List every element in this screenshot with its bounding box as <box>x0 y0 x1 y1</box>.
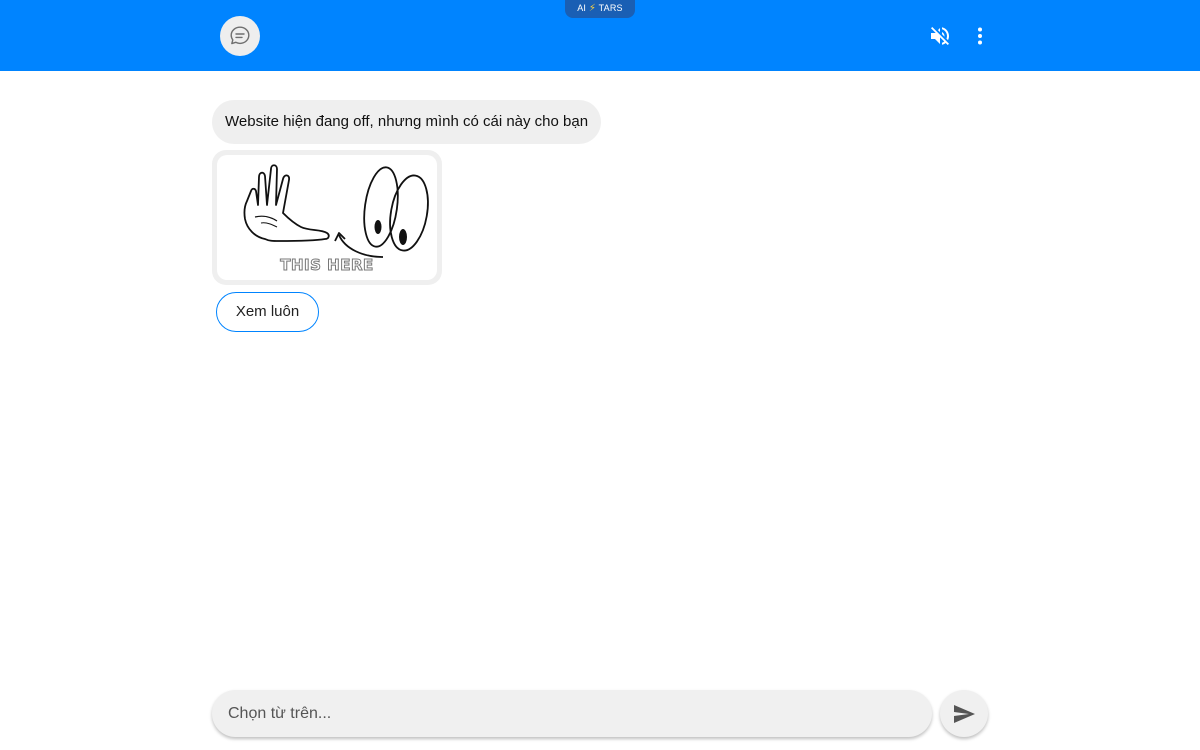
send-button[interactable] <box>940 690 988 737</box>
more-options-button[interactable] <box>968 22 992 50</box>
quick-reply-button[interactable]: Xem luôn <box>216 292 319 332</box>
chat-header: AI ⚡ TARS <box>0 0 1200 71</box>
volume-off-icon <box>931 27 949 45</box>
send-icon <box>954 704 975 723</box>
bolt-icon: ⚡ <box>588 3 597 14</box>
bot-message: Website hiện đang off, nhưng mình có cái… <box>212 100 602 144</box>
bot-image-message[interactable]: THIS HERE <box>212 150 442 285</box>
message-composer <box>212 690 932 737</box>
brand-badge[interactable]: AI ⚡ TARS <box>565 0 635 18</box>
hand-and-eyes-illustration: THIS HERE <box>217 155 437 280</box>
brand-prefix: AI <box>577 3 587 13</box>
message-input[interactable] <box>228 690 918 737</box>
more-vert-icon <box>978 27 982 45</box>
bot-avatar[interactable] <box>220 16 260 56</box>
mute-button[interactable] <box>926 22 954 50</box>
image-caption-text: THIS HERE <box>280 256 374 275</box>
chat-bubble-icon <box>230 26 250 45</box>
brand-name: TARS <box>598 3 623 13</box>
